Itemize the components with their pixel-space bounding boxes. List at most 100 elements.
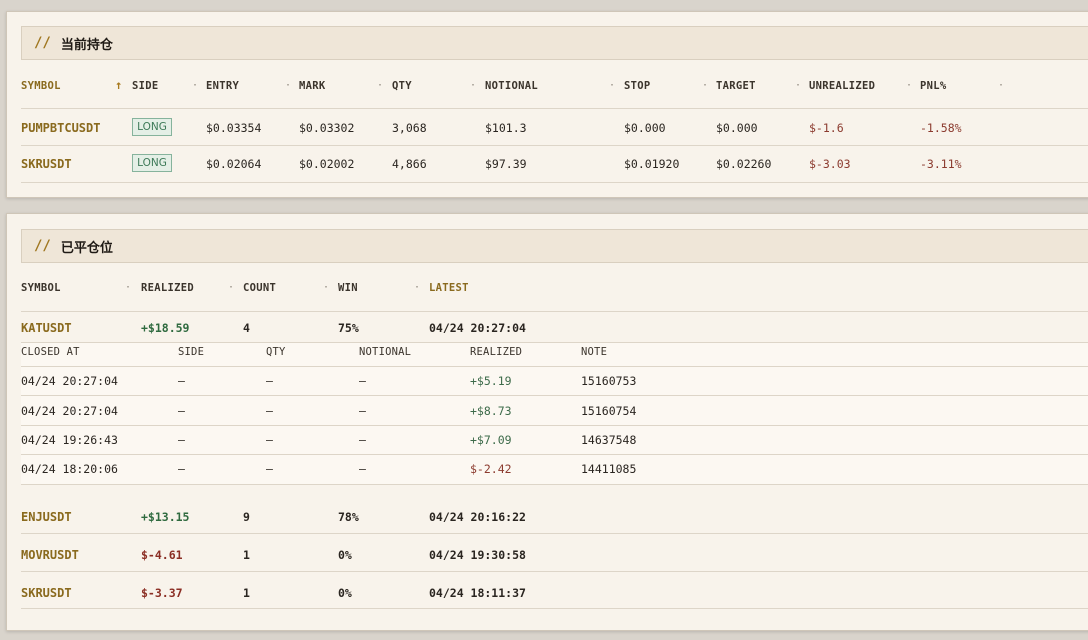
divider xyxy=(21,571,1088,572)
col-separator-dot: · xyxy=(609,80,616,91)
col-header-mark[interactable]: MARK xyxy=(299,80,326,92)
detail-side: — xyxy=(178,374,185,388)
detail-realized: +$5.19 xyxy=(470,374,512,388)
detail-notional: — xyxy=(359,462,366,476)
win-rate: 0% xyxy=(338,586,352,600)
col-separator-dot: · xyxy=(702,80,709,91)
detail-header-closed-at: CLOSED AT xyxy=(21,346,80,358)
stop-price: $0.000 xyxy=(624,121,666,135)
col-header-stop[interactable]: STOP xyxy=(624,80,651,92)
closed-positions-title: 已平仓位 xyxy=(60,240,113,256)
col-header-notional[interactable]: NOTIONAL xyxy=(485,80,538,92)
detail-notional: — xyxy=(359,374,366,388)
quantity: 4,866 xyxy=(392,157,427,171)
col-separator-dot: · xyxy=(228,282,235,293)
notional: $101.3 xyxy=(485,121,527,135)
closed-symbol[interactable]: MOVRUSDT xyxy=(21,548,79,562)
realized-pnl: $-3.37 xyxy=(141,586,183,600)
col-header-qty[interactable]: QTY xyxy=(392,80,412,92)
col-separator-dot: · xyxy=(285,80,292,91)
detail-realized: +$8.73 xyxy=(470,404,512,418)
trade-count: 4 xyxy=(243,321,250,335)
detail-qty: — xyxy=(266,462,273,476)
col-header-count[interactable]: COUNT xyxy=(243,282,276,294)
col-header-target[interactable]: TARGET xyxy=(716,80,756,92)
target-price: $0.02260 xyxy=(716,157,772,171)
detail-side: — xyxy=(178,433,185,447)
closed-positions-panel: // 已平仓位 SYMBOL · REALIZED · COUNT · WIN … xyxy=(6,213,1088,631)
divider xyxy=(21,342,1088,343)
col-separator-dot: · xyxy=(906,80,913,91)
mark-price: $0.03302 xyxy=(299,121,355,135)
detail-header-realized: REALIZED xyxy=(470,346,523,358)
position-symbol[interactable]: SKRUSDT xyxy=(21,157,72,171)
divider xyxy=(21,108,1088,109)
detail-note: 15160754 xyxy=(581,404,637,418)
col-separator-dot: · xyxy=(795,80,802,91)
entry-price: $0.02064 xyxy=(206,157,262,171)
open-positions-title: 当前持仓 xyxy=(60,37,113,53)
mark-price: $0.02002 xyxy=(299,157,355,171)
position-symbol[interactable]: PUMPBTCUSDT xyxy=(21,121,100,135)
detail-header-qty: QTY xyxy=(266,346,286,358)
divider xyxy=(21,533,1088,534)
detail-closed-at: 04/24 18:20:06 xyxy=(21,462,118,476)
open-positions-panel: // 当前持仓 SYMBOL ↑ SIDE · ENTRY · MARK · Q… xyxy=(6,11,1088,198)
notional: $97.39 xyxy=(485,157,527,171)
closed-symbol[interactable]: ENJUSDT xyxy=(21,510,72,524)
detail-note: 14411085 xyxy=(581,462,637,476)
col-separator-dot: · xyxy=(192,80,199,91)
sort-asc-icon[interactable]: ↑ xyxy=(115,78,122,92)
detail-closed-at: 04/24 20:27:04 xyxy=(21,404,118,418)
divider xyxy=(21,608,1088,609)
col-header-pnl-pct[interactable]: PNL% xyxy=(920,80,947,92)
col-header-symbol[interactable]: SYMBOL xyxy=(21,80,61,92)
trade-count: 9 xyxy=(243,510,250,524)
open-positions-header: // 当前持仓 xyxy=(21,26,1088,60)
detail-closed-at: 04/24 20:27:04 xyxy=(21,374,118,388)
page: // 当前持仓 SYMBOL ↑ SIDE · ENTRY · MARK · Q… xyxy=(0,0,1088,640)
header-prefix: // xyxy=(34,238,51,254)
divider xyxy=(21,366,1088,367)
col-header-win[interactable]: WIN xyxy=(338,282,358,294)
detail-header-notional: NOTIONAL xyxy=(359,346,412,358)
col-separator-dot: · xyxy=(470,80,477,91)
detail-header-note: NOTE xyxy=(581,346,608,358)
divider xyxy=(21,454,1088,455)
col-header-symbol[interactable]: SYMBOL xyxy=(21,282,61,294)
quantity: 3,068 xyxy=(392,121,427,135)
closed-symbol[interactable]: SKRUSDT xyxy=(21,586,72,600)
col-separator-dot: · xyxy=(998,80,1005,91)
detail-realized: +$7.09 xyxy=(470,433,512,447)
detail-realized: $-2.42 xyxy=(470,462,512,476)
divider xyxy=(21,182,1088,183)
detail-side: — xyxy=(178,462,185,476)
col-header-side[interactable]: SIDE xyxy=(132,80,159,92)
closed-positions-header: // 已平仓位 xyxy=(21,229,1088,263)
closed-symbol[interactable]: KATUSDT xyxy=(21,321,72,335)
side-badge-long: LONG xyxy=(132,118,172,136)
unrealized-pnl: $-3.03 xyxy=(809,157,851,171)
detail-note: 14637548 xyxy=(581,433,637,447)
detail-header-side: SIDE xyxy=(178,346,205,358)
pnl-percent: -3.11% xyxy=(920,157,962,171)
realized-pnl: +$18.59 xyxy=(141,321,190,335)
entry-price: $0.03354 xyxy=(206,121,262,135)
detail-notional: — xyxy=(359,404,366,418)
detail-notional: — xyxy=(359,433,366,447)
side-badge-long: LONG xyxy=(132,154,172,172)
col-header-latest[interactable]: LATEST xyxy=(429,282,469,294)
unrealized-pnl: $-1.6 xyxy=(809,121,844,135)
detail-side: — xyxy=(178,404,185,418)
col-header-entry[interactable]: ENTRY xyxy=(206,80,239,92)
top-shade xyxy=(0,0,1088,10)
col-header-realized[interactable]: REALIZED xyxy=(141,282,194,294)
col-header-unrealized[interactable]: UNREALIZED xyxy=(809,80,875,92)
divider xyxy=(21,311,1088,312)
detail-closed-at: 04/24 19:26:43 xyxy=(21,433,118,447)
detail-qty: — xyxy=(266,433,273,447)
stop-price: $0.01920 xyxy=(624,157,680,171)
detail-qty: — xyxy=(266,374,273,388)
pnl-percent: -1.58% xyxy=(920,121,962,135)
detail-qty: — xyxy=(266,404,273,418)
